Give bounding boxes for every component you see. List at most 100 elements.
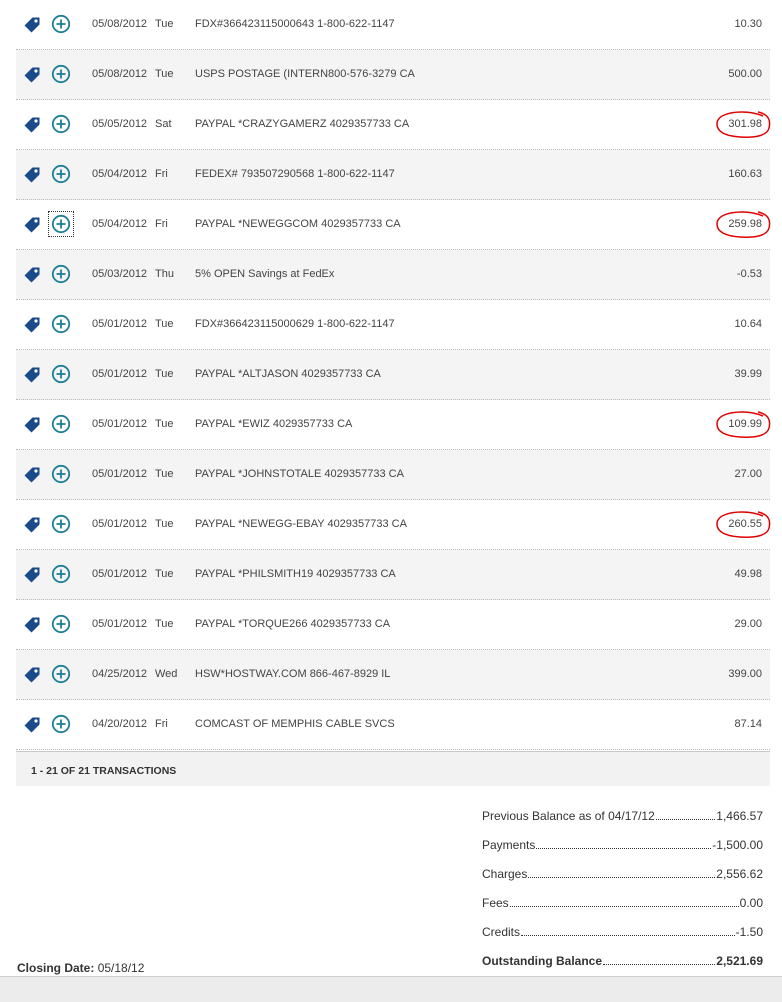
summary-outstanding-balance: Outstanding Balance 2,521.69: [482, 939, 763, 968]
transaction-day: Tue: [155, 568, 174, 580]
transaction-date: 05/01/2012: [92, 318, 148, 330]
transaction-row: 05/01/2012 Tue PAYPAL *PHILSMITH19 40293…: [16, 550, 770, 600]
transaction-day: Fri: [155, 218, 168, 230]
closing-date: Closing Date: 05/18/12: [17, 961, 144, 975]
transaction-day: Fri: [155, 718, 168, 730]
price-tag-icon[interactable]: [23, 516, 41, 534]
transaction-amount: 87.14: [734, 718, 762, 730]
transaction-list: 05/08/2012 Tue FDX#366423115000643 1-800…: [16, 0, 771, 750]
price-tag-icon[interactable]: [23, 616, 41, 634]
transaction-description: FEDEX# 793507290568 1-800-622-1147: [195, 168, 395, 180]
price-tag-icon[interactable]: [23, 16, 41, 34]
summary-value: -1,500.00: [712, 838, 763, 852]
transaction-amount: -0.53: [736, 268, 762, 280]
transaction-day: Tue: [155, 418, 174, 430]
summary-charges: Charges 2,556.62: [482, 852, 763, 881]
transaction-description: COMCAST OF MEMPHIS CABLE SVCS: [195, 718, 395, 730]
transaction-description: PAYPAL *TORQUE266 4029357733 CA: [195, 618, 391, 630]
summary-previous-balance: Previous Balance as of 04/17/12 1,466.57: [482, 794, 763, 823]
summary-label: Previous Balance as of 04/17/12: [482, 809, 655, 823]
leader-dots: [603, 963, 716, 965]
transaction-row: 05/08/2012 Tue USPS POSTAGE (INTERN800-5…: [16, 50, 770, 100]
summary-label: Payments: [482, 838, 536, 852]
closing-date-value: 05/18/12: [97, 961, 145, 975]
transaction-day: Tue: [155, 368, 174, 380]
transaction-amount: 500.00: [728, 68, 762, 80]
transaction-date: 05/03/2012: [92, 268, 148, 280]
transaction-day: Sat: [155, 118, 172, 130]
summary-value: 1,466.57: [716, 809, 763, 823]
transaction-day: Wed: [155, 668, 178, 680]
add-circle-icon[interactable]: [51, 614, 71, 634]
transaction-amount: 260.55: [728, 518, 762, 530]
transaction-day: Tue: [155, 468, 174, 480]
price-tag-icon[interactable]: [23, 316, 41, 334]
transaction-row: 05/01/2012 Tue PAYPAL *NEWEGG-EBAY 40293…: [16, 500, 771, 550]
add-circle-icon[interactable]: [51, 114, 71, 134]
add-circle-icon[interactable]: [51, 514, 71, 534]
add-circle-icon[interactable]: [51, 164, 71, 184]
transaction-row: 05/01/2012 Tue FDX#366423115000629 1-800…: [16, 300, 770, 350]
add-circle-icon[interactable]: [51, 14, 71, 34]
transaction-date: 05/04/2012: [92, 168, 148, 180]
add-circle-icon[interactable]: [51, 464, 71, 484]
transaction-description: PAYPAL *EWIZ 4029357733 CA: [195, 418, 353, 430]
price-tag-icon[interactable]: [23, 266, 41, 284]
transaction-day: Tue: [155, 518, 174, 530]
transaction-day: Thu: [155, 268, 174, 280]
price-tag-icon[interactable]: [23, 216, 41, 234]
transaction-day: Fri: [155, 168, 168, 180]
summary-label: Charges: [482, 867, 528, 881]
transaction-date: 05/01/2012: [92, 568, 148, 580]
price-tag-icon[interactable]: [23, 416, 41, 434]
transaction-count: 1 - 21 OF 21 TRANSACTIONS: [31, 765, 177, 777]
transaction-date: 04/20/2012: [92, 718, 148, 730]
add-circle-icon[interactable]: [51, 564, 71, 584]
transaction-date: 05/01/2012: [92, 418, 148, 430]
transaction-description: 5% OPEN Savings at FedEx: [195, 268, 335, 280]
summary-payments: Payments -1,500.00: [482, 823, 763, 852]
transaction-date: 04/25/2012: [92, 668, 148, 680]
transaction-date: 05/08/2012: [92, 18, 148, 30]
price-tag-icon[interactable]: [23, 566, 41, 584]
add-circle-icon[interactable]: [51, 714, 71, 734]
add-circle-icon[interactable]: [48, 211, 74, 237]
balance-summary: Previous Balance as of 04/17/12 1,466.57…: [482, 794, 763, 968]
price-tag-icon[interactable]: [23, 716, 41, 734]
summary-value: 0.00: [739, 896, 763, 910]
transaction-description: PAYPAL *NEWEGGCOM 4029357733 CA: [195, 218, 401, 230]
summary-credits: Credits -1.50: [482, 910, 763, 939]
transaction-description: PAYPAL *PHILSMITH19 4029357733 CA: [195, 568, 396, 580]
add-circle-icon[interactable]: [51, 264, 71, 284]
transaction-date: 05/01/2012: [92, 618, 148, 630]
transaction-date: 05/01/2012: [92, 368, 148, 380]
price-tag-icon[interactable]: [23, 666, 41, 684]
price-tag-icon[interactable]: [23, 66, 41, 84]
add-circle-icon[interactable]: [51, 414, 71, 434]
price-tag-icon[interactable]: [23, 166, 41, 184]
transaction-description: PAYPAL *NEWEGG-EBAY 4029357733 CA: [195, 518, 407, 530]
add-circle-icon[interactable]: [51, 64, 71, 84]
add-circle-icon[interactable]: [51, 314, 71, 334]
transaction-amount: 259.98: [728, 218, 762, 230]
transaction-description: HSW*HOSTWAY.COM 866-467-8929 IL: [195, 668, 391, 680]
transaction-row: 05/01/2012 Tue PAYPAL *TORQUE266 4029357…: [16, 600, 770, 650]
price-tag-icon[interactable]: [23, 466, 41, 484]
transaction-description: USPS POSTAGE (INTERN800-576-3279 CA: [195, 68, 415, 80]
add-circle-icon[interactable]: [51, 664, 71, 684]
transaction-description: PAYPAL *JOHNSTOTALE 4029357733 CA: [195, 468, 404, 480]
summary-value: -1.50: [735, 925, 763, 939]
transaction-date: 05/01/2012: [92, 468, 148, 480]
summary-value: 2,521.69: [716, 954, 763, 968]
transaction-amount: 10.64: [734, 318, 762, 330]
summary-value: 2,556.62: [716, 867, 763, 881]
transaction-description: PAYPAL *ALTJASON 4029357733 CA: [195, 368, 381, 380]
summary-label: Fees: [482, 896, 509, 910]
transaction-day: Tue: [155, 68, 174, 80]
closing-date-label: Closing Date:: [17, 961, 95, 975]
price-tag-icon[interactable]: [23, 366, 41, 384]
price-tag-icon[interactable]: [23, 116, 41, 134]
add-circle-icon[interactable]: [51, 364, 71, 384]
transaction-amount: 10.30: [734, 18, 762, 30]
transaction-description: PAYPAL *CRAZYGAMERZ 4029357733 CA: [195, 118, 410, 130]
